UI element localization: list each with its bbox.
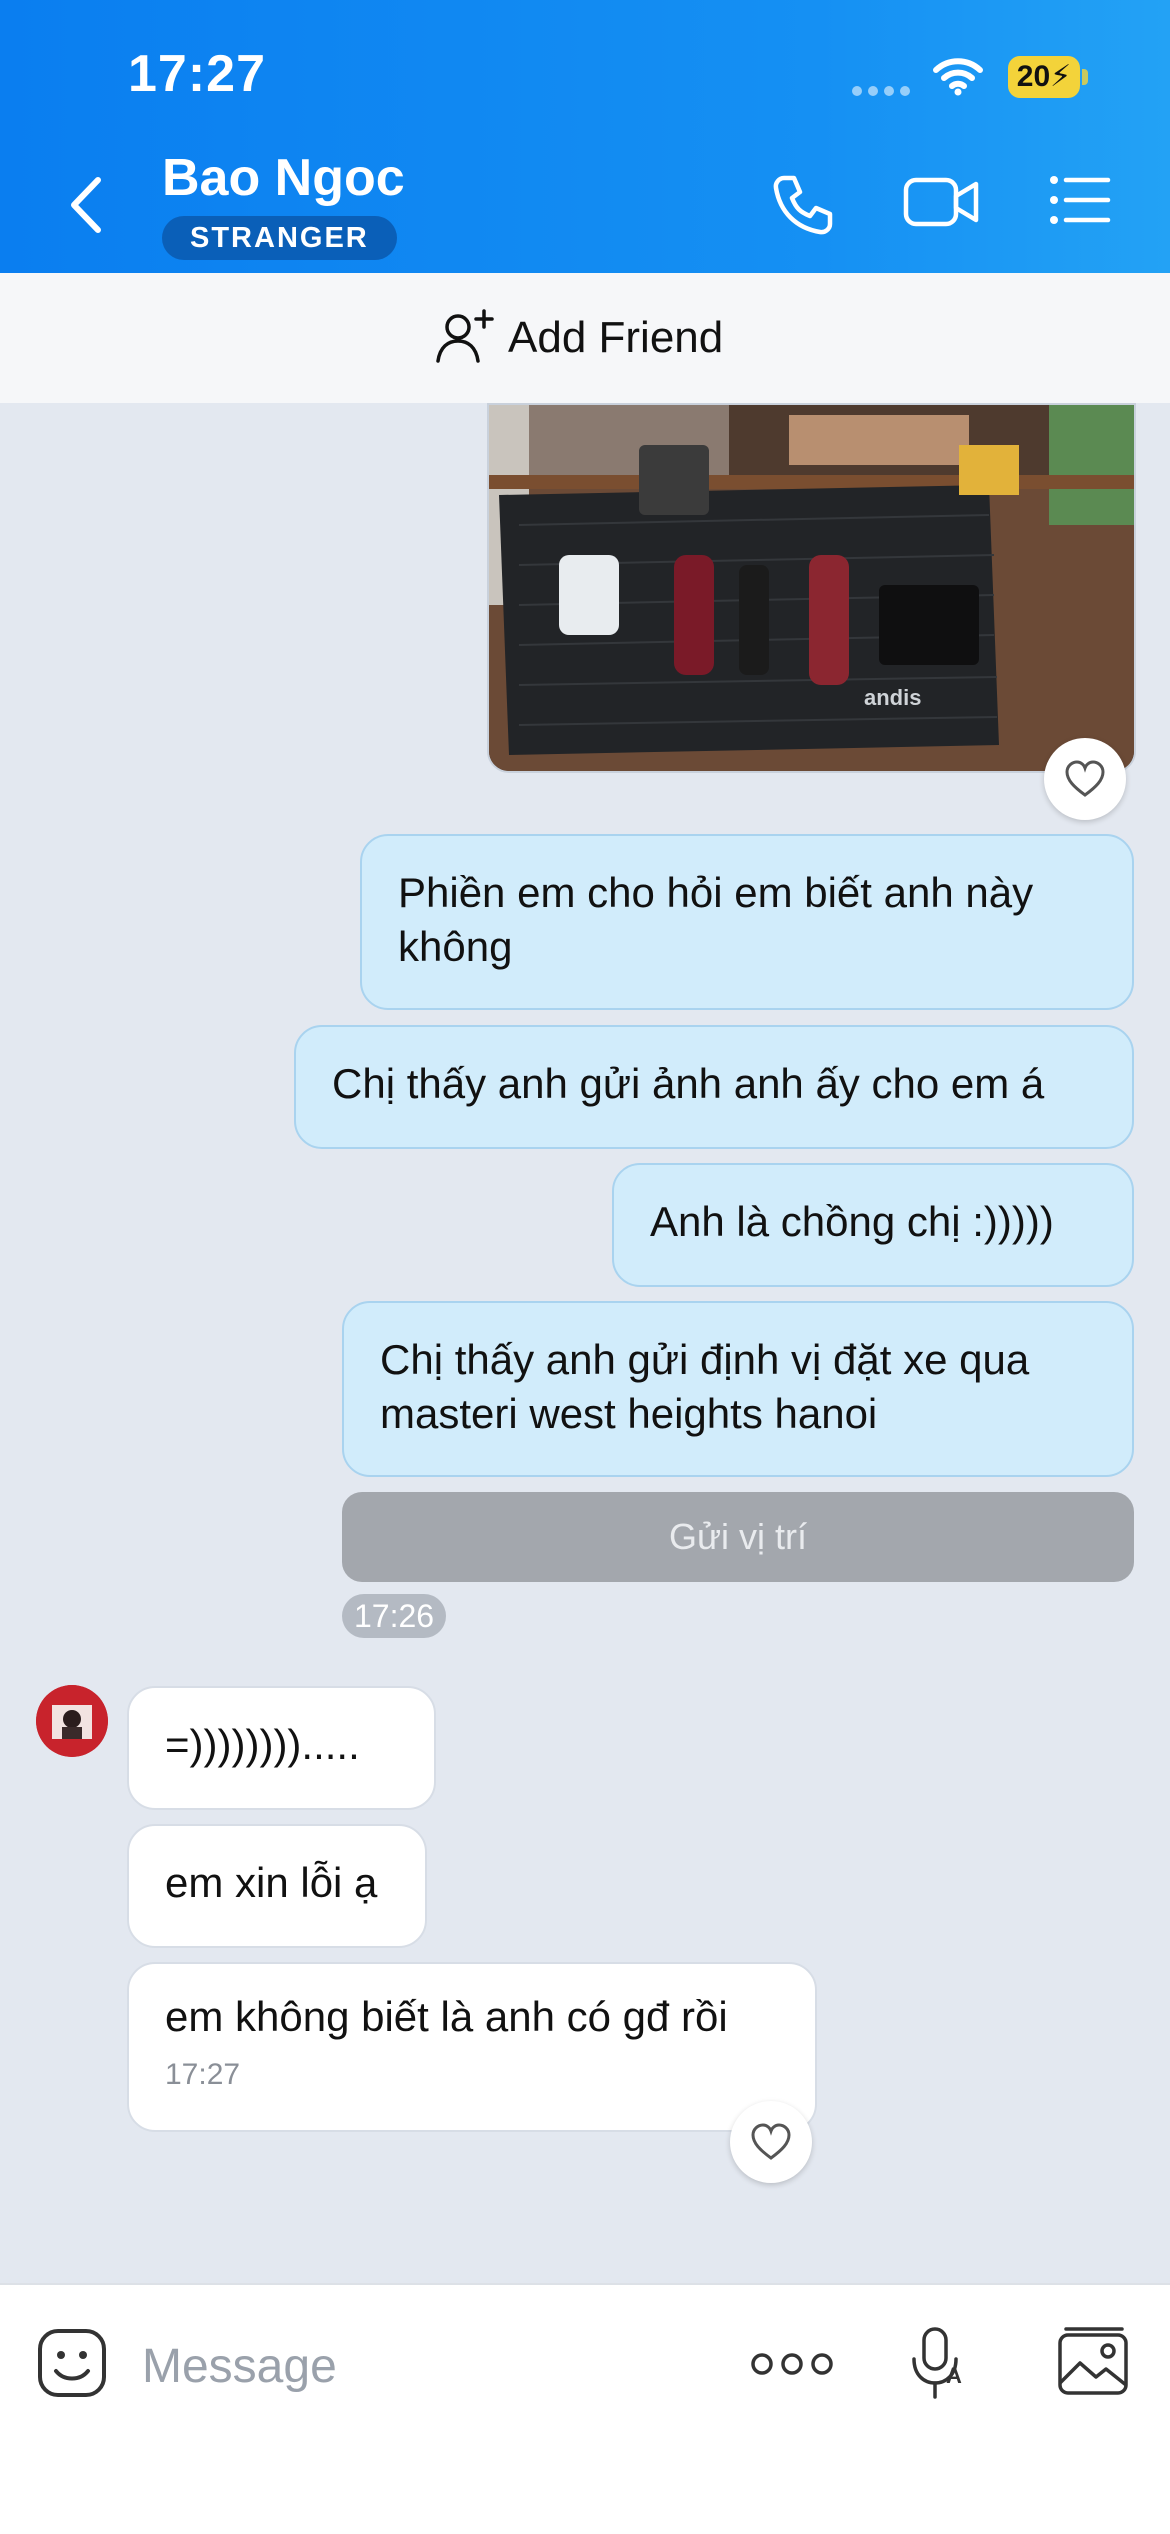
message-composer: A [0,2283,1170,2534]
outgoing-message[interactable]: Chị thấy anh gửi ảnh anh ấy cho em á [294,1025,1134,1149]
react-heart-button[interactable] [730,2101,812,2183]
send-location-button[interactable]: Gửi vị trí [342,1492,1134,1582]
contact-avatar[interactable] [36,1685,108,1757]
more-options-icon[interactable] [750,2349,834,2379]
outgoing-message[interactable]: Anh là chồng chị :))))) [612,1163,1134,1287]
wifi-icon [933,58,983,96]
sticker-icon[interactable] [36,2327,108,2399]
stranger-badge: STRANGER [162,216,397,260]
svg-text:andis: andis [864,685,921,710]
voice-text-icon[interactable]: A [906,2325,970,2401]
video-camera-icon[interactable] [902,172,982,232]
message-timestamp: 17:26 [342,1594,447,1638]
add-friend-label[interactable]: Add Friend [508,313,723,363]
outgoing-message[interactable]: Chị thấy anh gửi định vị đặt xe qua mast… [342,1301,1134,1477]
add-person-icon [436,309,494,363]
heart-icon [751,2123,791,2160]
list-menu-icon[interactable] [1048,172,1112,228]
react-heart-button[interactable] [1044,738,1126,820]
phone-icon[interactable] [770,172,836,238]
incoming-message[interactable]: =))))))))..... [127,1686,436,1810]
heart-icon [1065,760,1105,797]
shared-photo[interactable]: andis [487,403,1136,773]
avatar-image [36,1685,108,1757]
image-gallery-icon[interactable] [1056,2327,1132,2397]
battery-level: 20 [1016,60,1051,93]
battery-icon: 20⚡ [1008,56,1088,98]
incoming-message[interactable]: em xin lỗi ạ [127,1824,427,1948]
add-friend-bar[interactable]: Add Friend [0,273,1170,403]
chat-header: 17:27 20⚡ Bao Ngoc STRANGER [0,0,1170,273]
status-time: 17:27 [128,45,266,103]
photo-content: andis [489,405,1134,771]
cellular-signal-icon [852,86,912,96]
incoming-message-text: em không biết là anh có gđ rồi [165,1993,728,2040]
incoming-message[interactable]: em không biết là anh có gđ rồi 17:27 [127,1962,817,2132]
message-input[interactable] [140,2325,684,2407]
chevron-left-icon[interactable] [58,170,118,240]
outgoing-message[interactable]: Phiền em cho hỏi em biết anh này không [360,834,1134,1010]
contact-name[interactable]: Bao Ngoc [162,148,405,208]
svg-text:A: A [946,2363,962,2388]
message-time: 17:27 [165,2058,241,2091]
